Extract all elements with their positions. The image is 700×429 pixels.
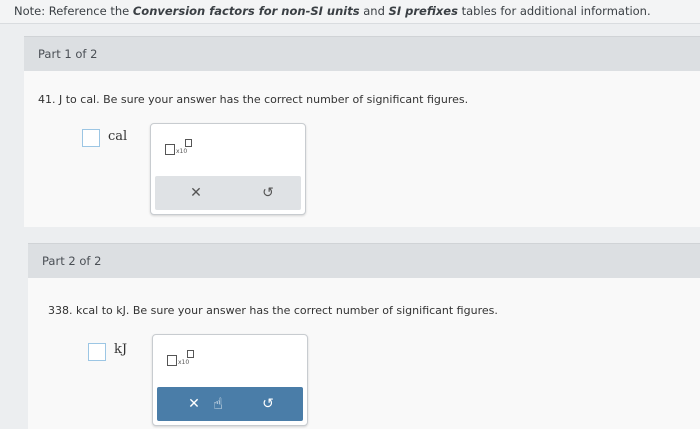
- clear-icon[interactable]: ✕: [185, 182, 207, 204]
- x10-label: x10: [176, 148, 188, 155]
- exponent-box-icon: [185, 139, 192, 147]
- part-2-action-bar: ✕ ☝ ↺: [157, 387, 303, 421]
- undo-icon[interactable]: ↺: [257, 393, 279, 415]
- reference-note: Note: Reference the Conversion factors f…: [0, 0, 700, 24]
- part-1-header: Part 1 of 2: [24, 37, 700, 71]
- part-2: Part 2 of 2 338. kcal to kJ. Be sure you…: [28, 243, 700, 429]
- part-1-tool-panel: x10 ✕ ↺: [150, 123, 306, 215]
- exponent-box-icon: [187, 350, 194, 358]
- undo-icon[interactable]: ↺: [257, 182, 279, 204]
- note-suffix: tables for additional information.: [457, 4, 651, 18]
- x10-label: x10: [178, 359, 190, 366]
- part-1-action-bar: ✕ ↺: [155, 176, 301, 210]
- part-1-question: 41. J to cal. Be sure your answer has th…: [38, 93, 469, 106]
- part-1-unit-label: cal: [108, 129, 128, 144]
- note-bold-si: SI prefixes: [388, 4, 458, 18]
- note-mid: and: [359, 4, 389, 18]
- part-1-answer-input[interactable]: [82, 129, 100, 147]
- part-1: Part 1 of 2 41. J to cal. Be sure your a…: [24, 36, 700, 227]
- clear-icon[interactable]: ✕: [183, 393, 205, 415]
- note-prefix: Note: Reference the: [14, 4, 133, 18]
- base-box-icon: [165, 144, 175, 155]
- scientific-notation-button[interactable]: x10: [165, 138, 195, 160]
- scientific-notation-button[interactable]: x10: [167, 349, 197, 371]
- part-2-header: Part 2 of 2: [28, 244, 700, 278]
- part-2-question: 338. kcal to kJ. Be sure your answer has…: [48, 304, 498, 317]
- note-bold-conversion: Conversion factors for non-SI units: [132, 4, 360, 18]
- part-2-unit-label: kJ: [114, 342, 128, 357]
- base-box-icon: [167, 355, 177, 366]
- part-2-tool-panel: x10 ✕ ☝ ↺: [152, 334, 308, 426]
- hand-cursor-icon: ☝: [213, 394, 223, 413]
- part-2-answer-input[interactable]: [88, 343, 106, 361]
